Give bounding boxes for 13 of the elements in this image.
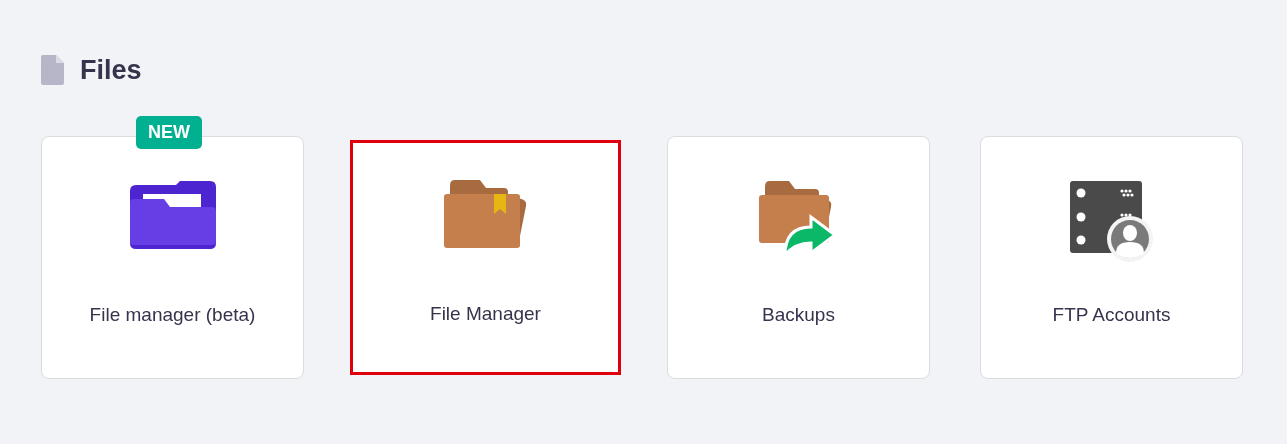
folder-icon [443, 179, 528, 250]
section-title: Files [80, 54, 142, 87]
card-label: File Manager [430, 301, 541, 326]
tool-card[interactable]: FTP Accounts [980, 135, 1243, 379]
tool-card[interactable]: Backups [667, 135, 930, 379]
new-badge: NEW [136, 115, 202, 149]
tool-card[interactable]: File Manager [350, 139, 621, 375]
file-icon [41, 55, 64, 86]
server-icon [1069, 180, 1154, 263]
card-label: Backups [762, 302, 835, 327]
card-label: FTP Accounts [1052, 302, 1171, 327]
folder-icon [129, 180, 216, 249]
card-label: File manager (beta) [89, 302, 256, 327]
